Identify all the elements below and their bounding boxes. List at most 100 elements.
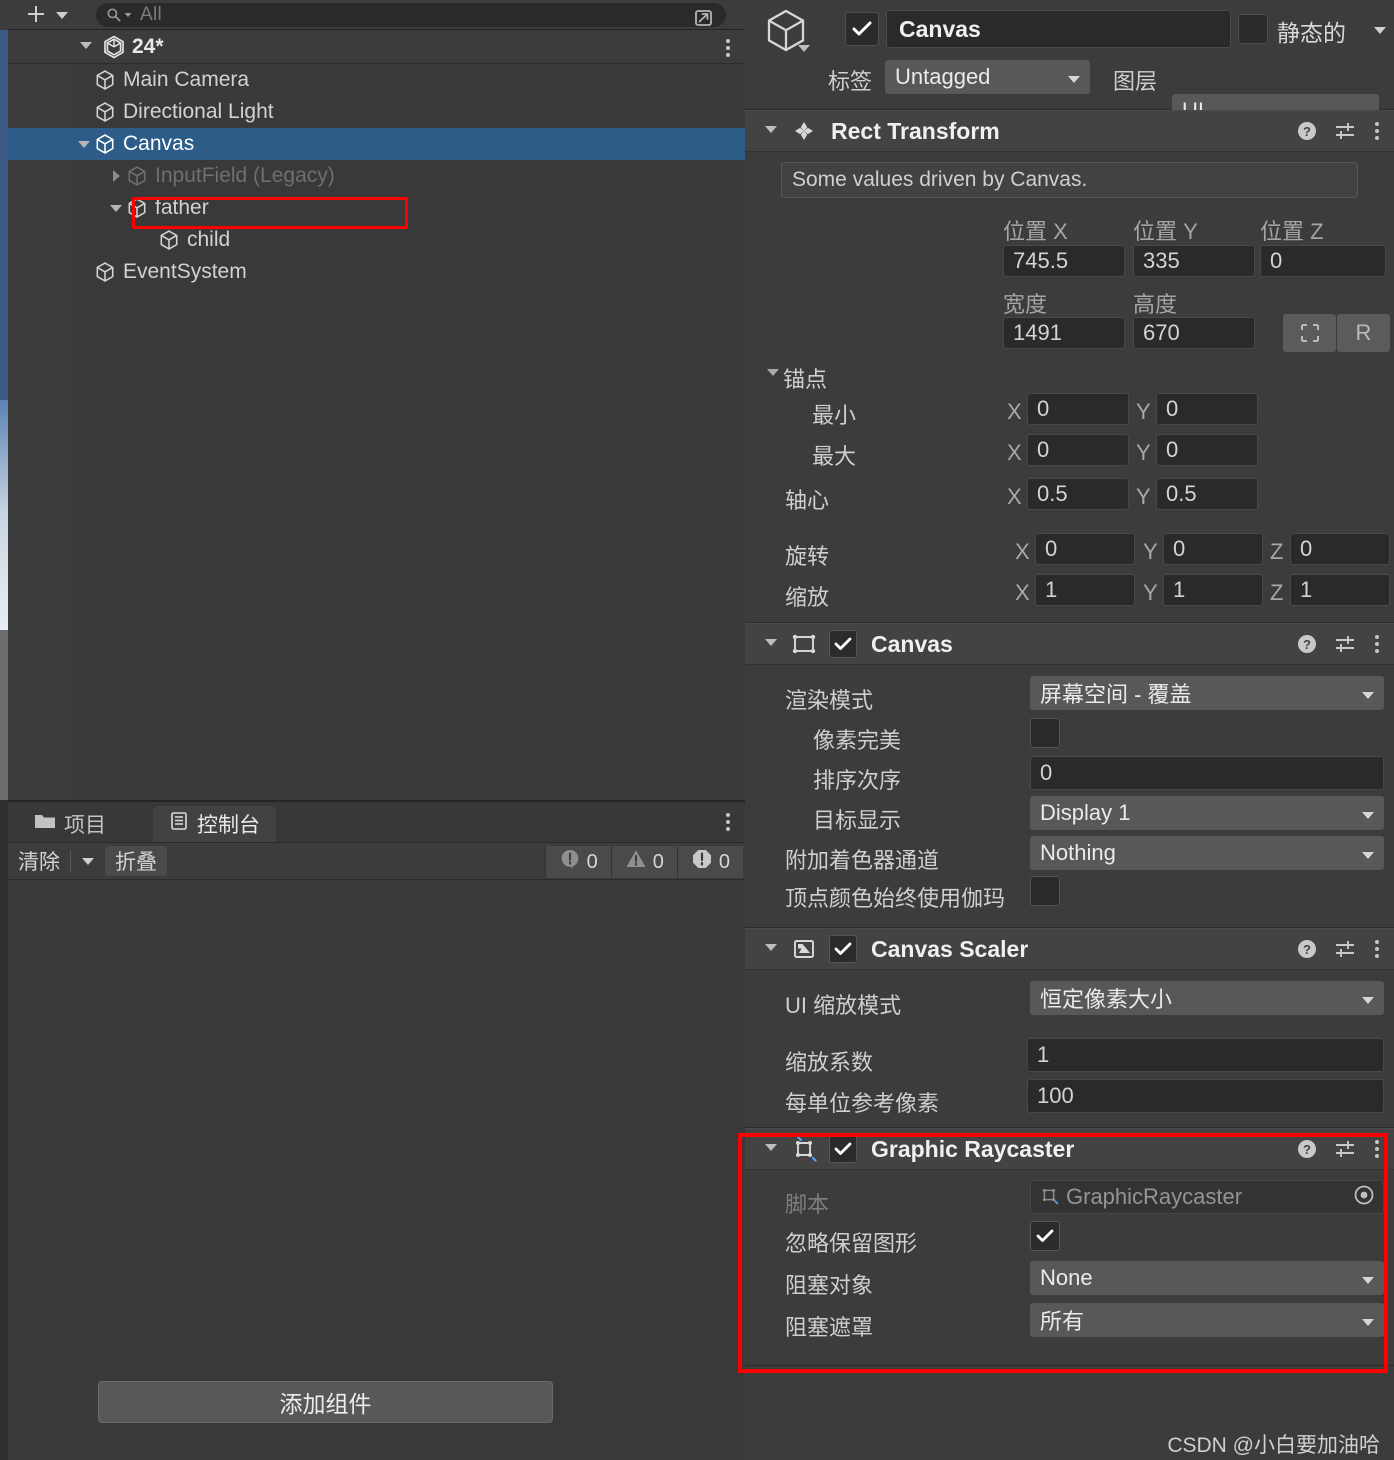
pivot-x-input[interactable]: 0.5 xyxy=(1027,478,1129,510)
tab-project-label: 项目 xyxy=(64,814,106,837)
open-in-new-icon[interactable] xyxy=(692,7,716,29)
rect-transform-header[interactable]: Rect Transform ? xyxy=(745,110,1394,152)
collapse-triangle-icon[interactable] xyxy=(763,1140,779,1158)
raw-edit-mode-button[interactable]: R xyxy=(1337,314,1390,352)
collapse-triangle-icon[interactable] xyxy=(763,940,779,958)
more-vertical-icon[interactable] xyxy=(725,812,731,837)
rotation-z-input[interactable]: 0 xyxy=(1290,533,1390,565)
scene-header-row[interactable]: 24* xyxy=(8,30,745,64)
axis-y-label: Y xyxy=(1136,440,1151,465)
clear-dropdown-button[interactable] xyxy=(71,846,105,876)
add-component-button[interactable]: 添加组件 xyxy=(98,1381,553,1423)
blueprint-mode-button[interactable] xyxy=(1283,314,1336,352)
vertex-gamma-checkbox[interactable] xyxy=(1030,876,1060,906)
collapse-button[interactable]: 折叠 xyxy=(105,846,167,876)
graphic-raycaster-enabled-checkbox[interactable] xyxy=(829,1135,857,1163)
help-icon[interactable]: ? xyxy=(1296,938,1318,965)
preset-icon[interactable] xyxy=(1334,1138,1358,1165)
scale-factor-input[interactable]: 1 xyxy=(1027,1038,1384,1072)
static-checkbox[interactable] xyxy=(1238,14,1268,44)
pos-z-label: 位置 Z xyxy=(1260,219,1324,244)
help-icon[interactable]: ? xyxy=(1296,633,1318,660)
gameobject-name-input[interactable]: Canvas xyxy=(886,10,1231,48)
tab-project[interactable]: 项目 xyxy=(18,806,122,842)
static-dropdown-caret-icon[interactable] xyxy=(1373,22,1387,40)
rotation-y-input[interactable]: 0 xyxy=(1163,533,1263,565)
collapse-triangle-icon[interactable] xyxy=(763,635,779,653)
object-picker-icon[interactable] xyxy=(1353,1184,1375,1211)
hierarchy-item-inputfield-legacy[interactable]: InputField (Legacy) xyxy=(8,160,745,192)
pos-x-input[interactable]: 745.5 xyxy=(1003,245,1125,277)
canvas-scaler-header[interactable]: Canvas Scaler ? xyxy=(745,928,1394,970)
tag-label: 标签 xyxy=(828,69,873,94)
pivot-y-input[interactable]: 0.5 xyxy=(1156,478,1258,510)
more-vertical-icon[interactable] xyxy=(725,38,731,63)
tag-dropdown[interactable]: Untagged xyxy=(885,60,1090,94)
pos-y-input[interactable]: 335 xyxy=(1133,245,1255,277)
info-counter[interactable]: 0 xyxy=(544,846,611,878)
collapse-triangle-icon[interactable] xyxy=(763,122,779,140)
hierarchy-item-child[interactable]: child xyxy=(8,224,745,256)
search-input[interactable]: All xyxy=(96,3,726,27)
pixel-perfect-checkbox[interactable] xyxy=(1030,718,1060,748)
canvas-enabled-checkbox[interactable] xyxy=(829,630,857,658)
script-object-field[interactable]: GraphicRaycaster xyxy=(1030,1180,1384,1214)
anchors-expander-icon[interactable] xyxy=(765,365,781,383)
shader-channels-dropdown[interactable]: Nothing xyxy=(1030,836,1384,870)
axis-x-label: X xyxy=(1015,580,1030,605)
more-vertical-icon[interactable] xyxy=(1374,121,1380,146)
ref-ppu-input[interactable]: 100 xyxy=(1027,1079,1384,1113)
anchor-max-y-input[interactable]: 0 xyxy=(1156,434,1258,466)
warning-counter[interactable]: 0 xyxy=(610,846,677,878)
sort-order-input[interactable]: 0 xyxy=(1030,756,1384,790)
hierarchy-item-main-camera[interactable]: Main Camera xyxy=(8,64,745,96)
canvas-scaler-enabled-checkbox[interactable] xyxy=(829,935,857,963)
gameobject-enabled-checkbox[interactable] xyxy=(845,12,879,46)
pos-z-input[interactable]: 0 xyxy=(1260,245,1386,277)
blocking-objects-dropdown[interactable]: None xyxy=(1030,1261,1384,1295)
chevron-down-icon[interactable] xyxy=(797,40,811,58)
chevron-down-icon[interactable] xyxy=(52,2,72,28)
anchor-min-y-input[interactable]: 0 xyxy=(1156,393,1258,425)
hierarchy-item-eventsystem[interactable]: EventSystem xyxy=(8,256,745,288)
hierarchy-item-father[interactable]: father xyxy=(8,192,745,224)
ui-scale-mode-dropdown[interactable]: 恒定像素大小 xyxy=(1030,981,1384,1015)
preset-icon[interactable] xyxy=(1334,120,1358,147)
more-vertical-icon[interactable] xyxy=(1374,634,1380,659)
target-display-dropdown[interactable]: Display 1 xyxy=(1030,796,1384,830)
render-mode-dropdown[interactable]: 屏幕空间 - 覆盖 xyxy=(1030,676,1384,710)
more-vertical-icon[interactable] xyxy=(1374,939,1380,964)
canvas-header[interactable]: Canvas ? xyxy=(745,623,1394,665)
help-icon[interactable]: ? xyxy=(1296,1138,1318,1165)
error-counter[interactable]: 0 xyxy=(676,846,743,878)
ignore-reversed-graphics-checkbox[interactable] xyxy=(1030,1221,1060,1251)
more-vertical-icon[interactable] xyxy=(1374,1139,1380,1164)
console-counters: 0 0 0 xyxy=(544,846,743,878)
preset-icon[interactable] xyxy=(1334,938,1358,965)
blocking-mask-dropdown[interactable]: 所有 xyxy=(1030,1303,1384,1337)
anchor-min-x-input[interactable]: 0 xyxy=(1027,393,1129,425)
help-icon[interactable]: ? xyxy=(1296,120,1318,147)
width-input[interactable]: 1491 xyxy=(1003,317,1125,349)
tab-console[interactable]: 控制台 xyxy=(153,806,276,842)
scale-z-input[interactable]: 1 xyxy=(1290,574,1390,606)
clear-button[interactable]: 清除 xyxy=(8,846,70,876)
scene-expander-icon[interactable] xyxy=(78,38,94,56)
expander-icon[interactable] xyxy=(74,138,94,150)
height-input[interactable]: 670 xyxy=(1133,317,1255,349)
scale-y-input[interactable]: 1 xyxy=(1163,574,1263,606)
add-gameobject-button[interactable] xyxy=(22,2,50,28)
hierarchy-item-canvas[interactable]: Canvas xyxy=(8,128,745,160)
gameobject-icon xyxy=(126,197,148,219)
scale-x-input[interactable]: 1 xyxy=(1035,574,1135,606)
preset-icon[interactable] xyxy=(1334,633,1358,660)
expander-icon[interactable] xyxy=(106,202,126,214)
anchor-max-x-input[interactable]: 0 xyxy=(1027,434,1129,466)
rotation-x-input[interactable]: 0 xyxy=(1035,533,1135,565)
graphic-raycaster-header[interactable]: Graphic Raycaster ? xyxy=(745,1128,1394,1170)
console-log-area[interactable] xyxy=(8,880,745,1460)
render-mode-label: 渲染模式 xyxy=(785,688,874,713)
hierarchy-item-directional-light[interactable]: Directional Light xyxy=(8,96,745,128)
gameobject-icon xyxy=(94,101,116,123)
expander-icon[interactable] xyxy=(106,168,126,184)
